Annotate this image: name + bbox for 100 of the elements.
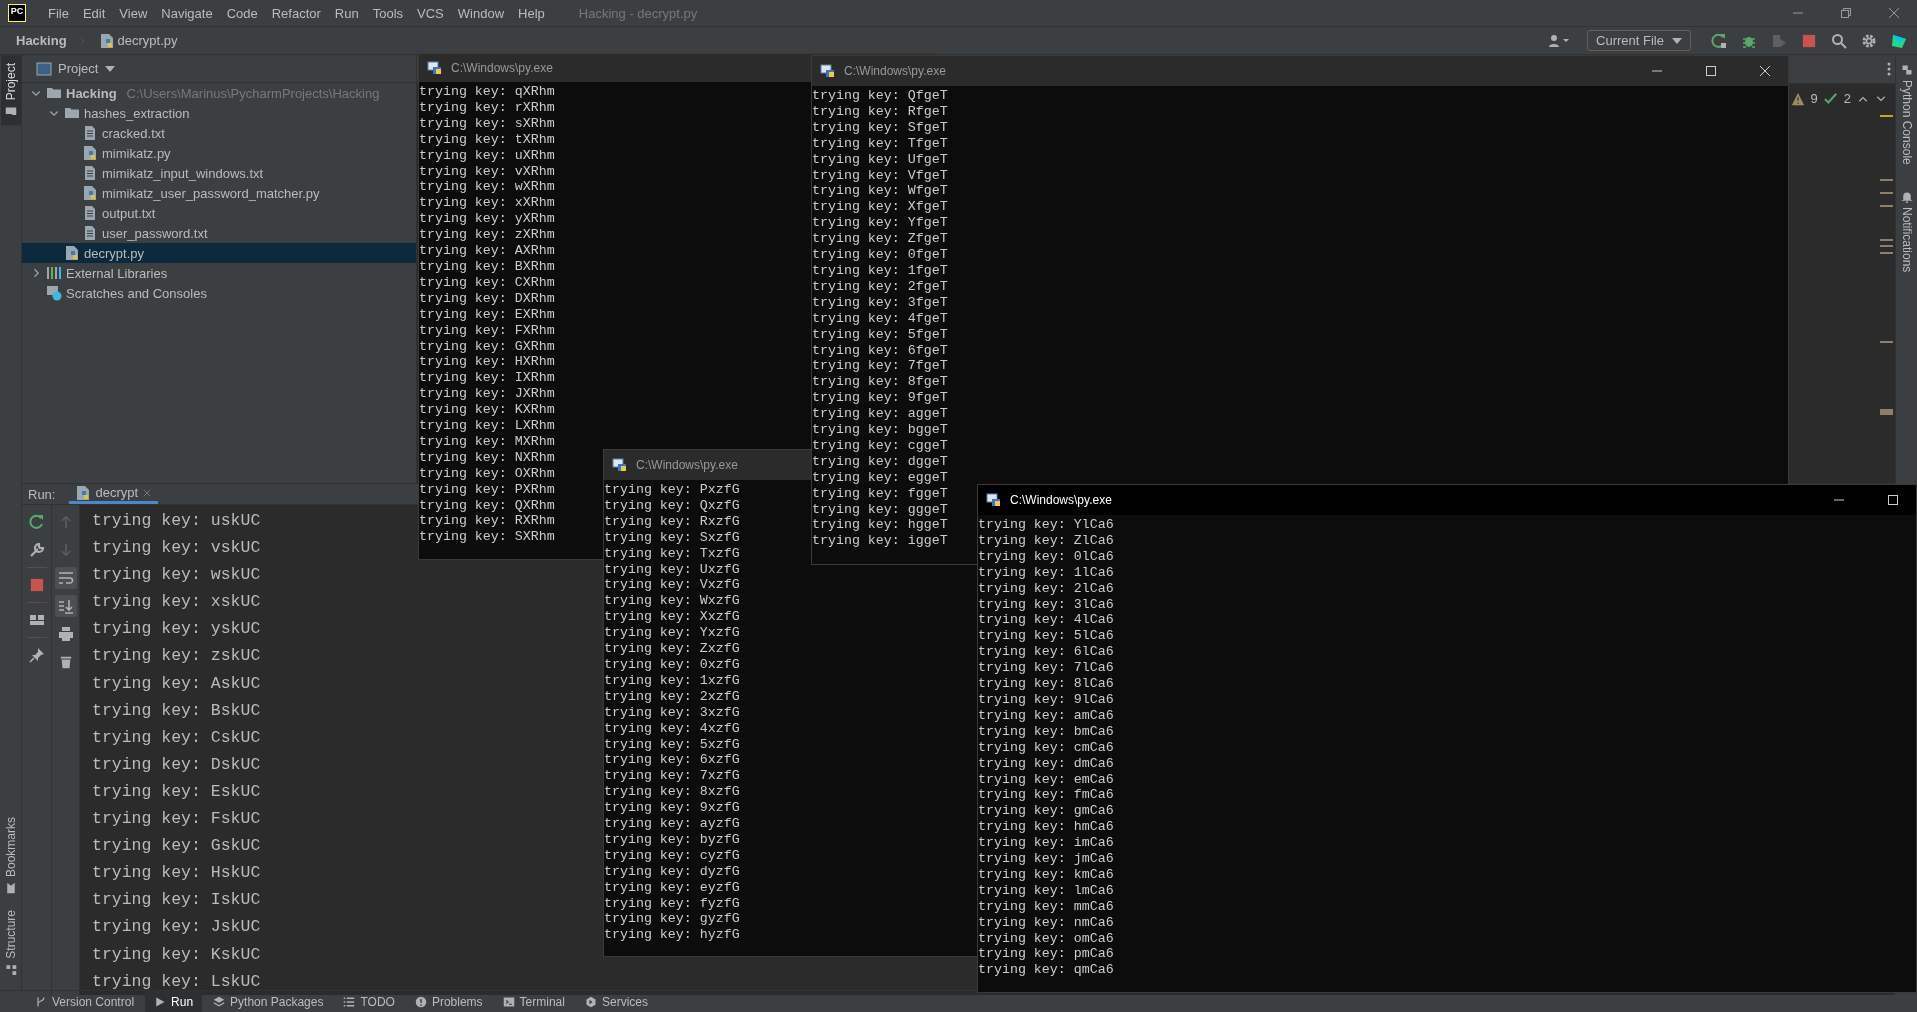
tree-item[interactable]: mimikatz.py <box>22 143 416 163</box>
console-line: trying key: 3xzfG <box>604 704 740 721</box>
menu-item[interactable]: Edit <box>76 3 112 23</box>
menu-item[interactable]: Window <box>451 3 511 23</box>
tree-item[interactable]: hashes_extraction <box>22 103 416 123</box>
tree-item[interactable]: mimikatz_input_windows.txt <box>22 163 416 183</box>
run-configuration-dropdown[interactable]: Current File <box>1587 30 1691 51</box>
console-line: trying key: lmCa6 <box>978 882 1114 899</box>
tool-window-tab[interactable]: Structure <box>0 902 21 984</box>
console-line: trying key: hmCa6 <box>978 819 1114 836</box>
tree-item[interactable]: mimikatz_user_password_matcher.py <box>22 183 416 203</box>
console-line: trying key: ZlCa6 <box>978 532 1114 549</box>
console-line: trying key: gyzfG <box>604 911 740 928</box>
tool-window-tab[interactable]: Project <box>0 55 21 126</box>
console-line: trying key: 7fgeT <box>812 358 948 375</box>
tree-item[interactable]: External Libraries <box>22 263 416 283</box>
console-line: trying key: jmCa6 <box>978 851 1114 867</box>
console-line: trying key: GXRhm <box>419 338 555 355</box>
console-line: trying key: 6fgeT <box>812 342 948 359</box>
console-line: trying key: FXRhm <box>419 322 555 339</box>
console-line: trying key: 6lCa6 <box>978 644 1114 661</box>
tool-window-button[interactable]: Problems <box>405 991 492 1012</box>
console-line: trying key: qmCa6 <box>978 962 1114 979</box>
tool-window-button[interactable]: Python Packages <box>204 991 333 1012</box>
console-line: trying key: cmCa6 <box>978 739 1114 756</box>
menu-item[interactable]: Tools <box>366 3 410 23</box>
console-line: trying key: 0fgeT <box>812 247 948 263</box>
console-line: trying key: kmCa6 <box>978 866 1114 883</box>
console-line: trying key: SfgeT <box>812 119 948 136</box>
console-line: trying key: vskUC <box>92 537 261 560</box>
console-line: trying key: hyzfG <box>604 927 740 944</box>
console-line: trying key: 1xzfG <box>604 672 740 689</box>
run-label: Run: <box>28 486 56 502</box>
console-line: trying key: ZxzfG <box>604 641 740 657</box>
console-line: trying key: PxzfG <box>604 482 740 498</box>
breadcrumb[interactable]: Hacking <box>10 32 73 49</box>
console-line: trying key: rXRhm <box>419 99 555 116</box>
console-line: trying key: 7lCa6 <box>978 660 1114 677</box>
window-title: C:\Windows\py.exe <box>1010 493 1112 507</box>
tree-item[interactable]: user_password.txt <box>22 223 416 243</box>
tree-item[interactable]: decrypt.py <box>22 243 416 263</box>
console-line: trying key: dyzfG <box>604 863 740 880</box>
console-line: trying key: UfgeT <box>812 151 948 168</box>
console-line: trying key: aggeT <box>812 406 948 423</box>
console-line: trying key: EskUC <box>92 780 261 803</box>
tool-window-button[interactable]: Services <box>575 991 657 1012</box>
tool-window-button[interactable]: Run <box>145 991 203 1012</box>
console-line: trying key: KXRhm <box>419 402 555 419</box>
console-line: trying key: 5lCa6 <box>978 628 1114 645</box>
menu-item[interactable]: File <box>42 3 75 23</box>
console-line: trying key: emCa6 <box>978 771 1114 788</box>
tool-window-tab[interactable]: Python Console <box>1896 61 1917 168</box>
menu-item[interactable]: View <box>113 3 154 23</box>
console-line: trying key: nmCa6 <box>978 914 1114 931</box>
console-line: trying key: OXRhm <box>419 465 555 482</box>
console-line: trying key: WfgeT <box>812 183 948 200</box>
app-logo: PC <box>8 4 26 22</box>
menu-item[interactable]: Code <box>220 3 264 23</box>
tree-item[interactable]: Scratches and Consoles <box>22 283 416 303</box>
console-line: trying key: uXRhm <box>419 147 555 164</box>
weak-warning-count: 2 <box>1843 91 1851 106</box>
tree-item[interactable]: Hacking C:\Users\Marinus\PycharmProjects\Hacking <box>22 83 416 103</box>
console-line: trying key: mmCa6 <box>978 898 1114 915</box>
console-line: trying key: TfgeT <box>812 135 948 152</box>
console-line: trying key: CskUC <box>92 726 261 749</box>
console-line: trying key: fggeT <box>812 485 948 502</box>
console-line: trying key: 9lCa6 <box>978 691 1114 708</box>
console-line: trying key: tXRhm <box>419 131 555 148</box>
console-line: trying key: eggeT <box>812 469 948 486</box>
breadcrumb[interactable]: decrypt.py <box>92 31 184 50</box>
console-line: trying key: 3lCa6 <box>978 596 1114 613</box>
project-view-dropdown[interactable]: Project <box>30 60 123 77</box>
console-line: trying key: 0xzfG <box>604 656 740 673</box>
tool-window-tab[interactable]: Notifications <box>1896 187 1917 276</box>
tree-item[interactable]: output.txt <box>22 203 416 223</box>
tool-window-button[interactable]: Version Control <box>26 991 144 1012</box>
menu-item[interactable]: Navigate <box>155 3 219 23</box>
tool-window-tab[interactable]: Bookmarks <box>0 809 21 903</box>
menu-item[interactable]: VCS <box>411 3 450 23</box>
console-line: trying key: gggeT <box>812 501 948 518</box>
console-line: trying key: GskUC <box>92 835 261 858</box>
console-line: trying key: omCa6 <box>978 930 1114 947</box>
console-line: trying key: 5xzfG <box>604 736 740 753</box>
menu-item[interactable]: Help <box>512 3 551 23</box>
tree-item[interactable]: cracked.txt <box>22 123 416 143</box>
console-line: trying key: TxzfG <box>604 545 740 562</box>
console-line: trying key: IskUC <box>92 889 261 912</box>
menu-item[interactable]: Run <box>328 3 365 23</box>
console-line: trying key: qXRhm <box>419 84 555 100</box>
console-line: trying key: byzfG <box>604 831 740 848</box>
console-line: trying key: sXRhm <box>419 115 555 132</box>
console-line: trying key: SXRhm <box>419 529 555 546</box>
console-line: trying key: 5fgeT <box>812 326 948 343</box>
console-line: trying key: IXRhm <box>419 370 555 387</box>
console-line: trying key: WxzfG <box>604 593 740 610</box>
menu-item[interactable]: Refactor <box>265 3 327 23</box>
tool-window-button[interactable]: Terminal <box>493 991 574 1012</box>
tool-window-button[interactable]: TODO <box>334 991 404 1012</box>
console-line: trying key: KskUC <box>92 943 261 966</box>
window-title: C:\Windows\py.exe <box>844 64 946 78</box>
